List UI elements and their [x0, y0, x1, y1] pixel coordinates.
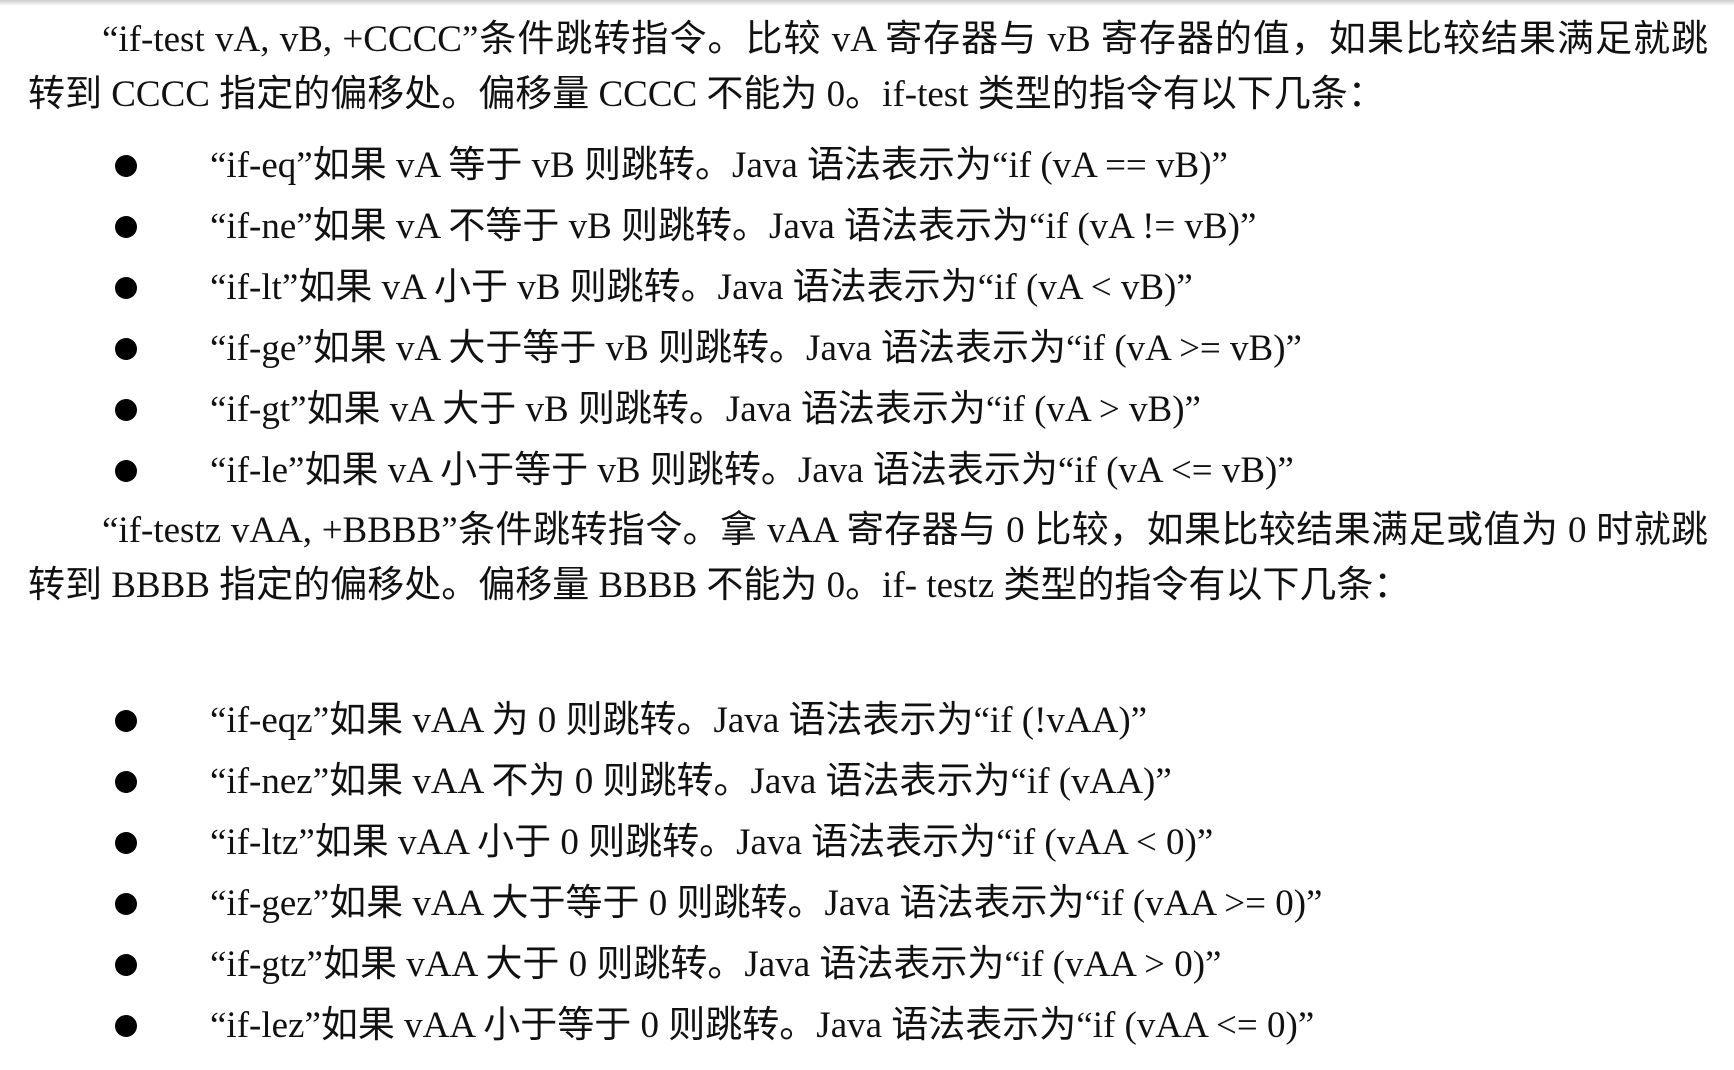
list-item: “if-eqz”如果 vAA 为 0 则跳转。Java 语法表示为“if (!v…: [0, 690, 1734, 751]
list-item: “if-lt”如果 vA 小于 vB 则跳转。Java 语法表示为“if (vA…: [0, 257, 1734, 318]
bullet-icon: [115, 771, 137, 793]
previous-line-fragment: [0, 0, 1734, 6]
list-item: “if-nez”如果 vAA 不为 0 则跳转。Java 语法表示为“if (v…: [0, 751, 1734, 812]
bullet-icon: [115, 460, 137, 482]
if-test-instruction-list: “if-eq”如果 vA 等于 vB 则跳转。Java 语法表示为“if (vA…: [0, 135, 1734, 501]
if-testz-instruction-list: “if-eqz”如果 vAA 为 0 则跳转。Java 语法表示为“if (!v…: [0, 690, 1734, 1056]
list-item-text: “if-lt”如果 vA 小于 vB 则跳转。Java 语法表示为“if (vA…: [210, 267, 1193, 308]
bullet-icon: [115, 399, 137, 421]
list-item-text: “if-nez”如果 vAA 不为 0 则跳转。Java 语法表示为“if (v…: [210, 761, 1172, 802]
list-item: “if-gt”如果 vA 大于 vB 则跳转。Java 语法表示为“if (vA…: [0, 379, 1734, 440]
bullet-icon: [115, 893, 137, 915]
list-item: “if-ge”如果 vA 大于等于 vB 则跳转。Java 语法表示为“if (…: [0, 318, 1734, 379]
bullet-icon: [115, 338, 137, 360]
document-page: “if-test vA, vB, +CCCC”条件跳转指令。比较 vA 寄存器与…: [0, 0, 1734, 1070]
bullet-icon: [115, 155, 137, 177]
bullet-icon: [115, 710, 137, 732]
list-item-text: “if-gtz”如果 vAA 大于 0 则跳转。Java 语法表示为“if (v…: [210, 944, 1222, 985]
if-testz-paragraph: “if-testz vAA, +BBBB”条件跳转指令。拿 vAA 寄存器与 0…: [28, 510, 1708, 606]
list-item-text: “if-ltz”如果 vAA 小于 0 则跳转。Java 语法表示为“if (v…: [210, 822, 1214, 863]
list-item-text: “if-gt”如果 vA 大于 vB 则跳转。Java 语法表示为“if (vA…: [210, 389, 1201, 430]
list-item-text: “if-eqz”如果 vAA 为 0 则跳转。Java 语法表示为“if (!v…: [210, 700, 1148, 741]
list-item: “if-eq”如果 vA 等于 vB 则跳转。Java 语法表示为“if (vA…: [0, 135, 1734, 196]
list-item: “if-ltz”如果 vAA 小于 0 则跳转。Java 语法表示为“if (v…: [0, 812, 1734, 873]
list-item: “if-le”如果 vA 小于等于 vB 则跳转。Java 语法表示为“if (…: [0, 440, 1734, 501]
bullet-icon: [115, 1015, 137, 1037]
bullet-icon: [115, 277, 137, 299]
bullet-icon: [115, 832, 137, 854]
list-item: “if-gtz”如果 vAA 大于 0 则跳转。Java 语法表示为“if (v…: [0, 934, 1734, 995]
list-item-text: “if-gez”如果 vAA 大于等于 0 则跳转。Java 语法表示为“if …: [210, 883, 1323, 924]
if-test-paragraph: “if-test vA, vB, +CCCC”条件跳转指令。比较 vA 寄存器与…: [28, 19, 1708, 115]
list-item: “if-ne”如果 vA 不等于 vB 则跳转。Java 语法表示为“if (v…: [0, 196, 1734, 257]
list-item: “if-lez”如果 vAA 小于等于 0 则跳转。Java 语法表示为“if …: [0, 995, 1734, 1056]
list-item-text: “if-lez”如果 vAA 小于等于 0 则跳转。Java 语法表示为“if …: [210, 1005, 1315, 1046]
list-item-text: “if-ge”如果 vA 大于等于 vB 则跳转。Java 语法表示为“if (…: [210, 328, 1302, 369]
list-item-text: “if-le”如果 vA 小于等于 vB 则跳转。Java 语法表示为“if (…: [210, 450, 1294, 491]
list-item-text: “if-ne”如果 vA 不等于 vB 则跳转。Java 语法表示为“if (v…: [210, 206, 1257, 247]
list-item-text: “if-eq”如果 vA 等于 vB 则跳转。Java 语法表示为“if (vA…: [210, 145, 1228, 186]
list-item: “if-gez”如果 vAA 大于等于 0 则跳转。Java 语法表示为“if …: [0, 873, 1734, 934]
bullet-icon: [115, 954, 137, 976]
bullet-icon: [115, 216, 137, 238]
